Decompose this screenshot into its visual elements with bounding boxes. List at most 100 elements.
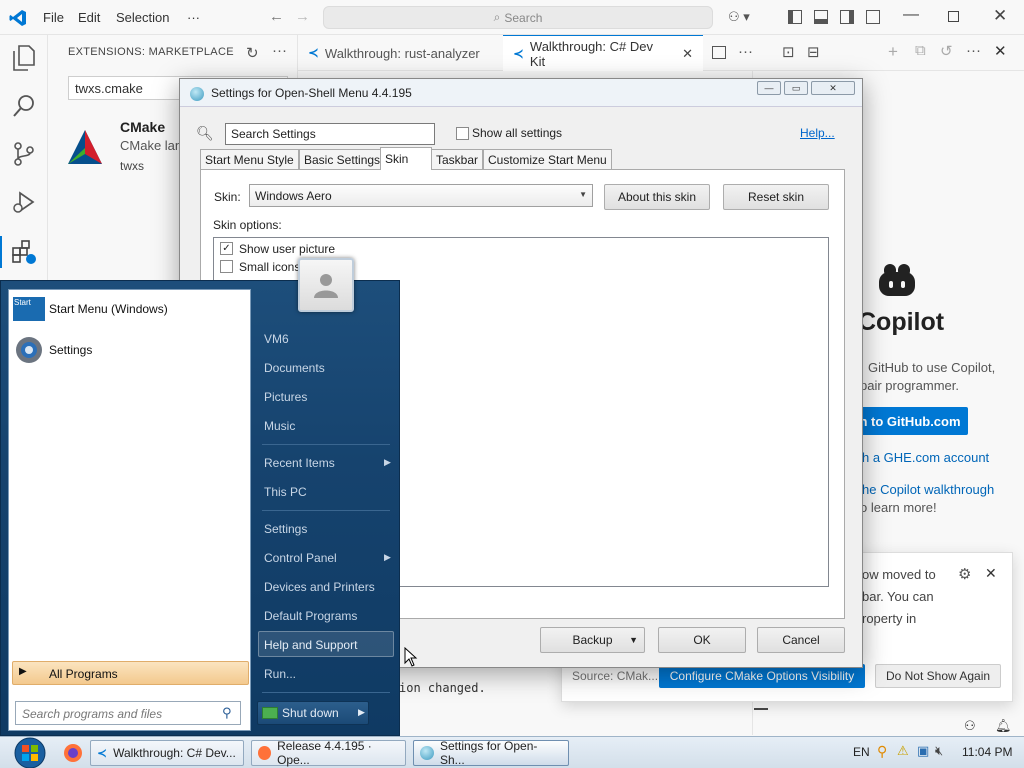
signin-github-button[interactable]: n to GitHub.com [852, 407, 968, 435]
start-right-settings[interactable]: Settings [264, 522, 307, 536]
notif-close-icon[interactable]: ✕ [985, 565, 997, 582]
run-debug-icon[interactable] [10, 188, 38, 216]
start-right-devices-printers[interactable]: Devices and Printers [264, 580, 375, 594]
start-right-documents[interactable]: Documents [264, 361, 325, 375]
panel-more-icon[interactable]: ··· [966, 42, 981, 59]
history-icon[interactable]: ↺ [940, 42, 953, 60]
minimize-icon[interactable]: — [903, 6, 919, 24]
toggle-sidebar-icon[interactable] [788, 10, 802, 24]
more-actions-icon[interactable]: ··· [272, 42, 287, 59]
all-programs-item[interactable] [12, 661, 249, 685]
search-settings-input[interactable]: Search Settings [225, 123, 435, 145]
close-icon[interactable]: ✕ [993, 6, 1007, 26]
show-user-picture-checkbox[interactable]: ✓ [220, 242, 233, 255]
backup-label: Backup [572, 633, 613, 647]
tab-start-menu-style[interactable]: Start Menu Style [200, 149, 299, 169]
dialog-title: Settings for Open-Shell Menu 4.4.195 [211, 86, 412, 100]
dropdown-arrow-icon: ▼ [629, 635, 638, 645]
tab-basic-settings[interactable]: Basic Settings [299, 149, 386, 169]
right-arrow-icon: ▶ [19, 666, 27, 677]
start-right-music[interactable]: Music [264, 419, 295, 433]
new-chat-icon[interactable]: ⊡ [782, 43, 795, 61]
menu-selection[interactable]: Selection [116, 10, 169, 25]
tab-skin[interactable]: Skin [380, 147, 432, 170]
notif-gear-icon[interactable]: ⚙ [958, 565, 971, 583]
ok-button[interactable]: OK [658, 627, 746, 653]
search-tray-icon[interactable]: ⚲ [877, 743, 887, 760]
notif-source: Source: CMak... [572, 669, 659, 683]
start-right-run[interactable]: Run... [264, 667, 296, 681]
refresh-icon[interactable]: ↻ [246, 44, 259, 62]
extension-name[interactable]: CMake [120, 119, 165, 135]
tab-customize-start-menu[interactable]: Customize Start Menu [483, 149, 612, 169]
maximize-icon[interactable] [948, 11, 959, 22]
start-right-default-programs[interactable]: Default Programs [264, 609, 357, 623]
warning-tray-icon[interactable]: ⚠ [897, 743, 909, 759]
tab-rust-analyzer[interactable]: ≺ Walkthrough: rust-analyzer [298, 35, 503, 71]
separator [262, 444, 390, 445]
backup-button[interactable]: Backup ▼ [540, 627, 645, 653]
language-indicator[interactable]: EN [853, 745, 870, 759]
network-tray-icon[interactable]: ▣ [917, 743, 929, 759]
explorer-icon[interactable] [10, 44, 38, 72]
notifications-bell-icon[interactable]: 🔔︎ [995, 718, 1012, 734]
start-right-help-support[interactable]: Help and Support [264, 638, 357, 652]
taskbar-settings[interactable]: Settings for Open-Sh... [413, 739, 569, 767]
start-search-input[interactable]: Search programs and files [15, 701, 241, 725]
new-file-icon[interactable]: ⧉ [915, 42, 926, 59]
user-picture-avatar[interactable] [298, 258, 354, 312]
pinned-start-menu[interactable]: Start Menu (Windows) [49, 302, 168, 316]
tab-label: Customize Start Menu [488, 152, 607, 167]
menu-file[interactable]: File [43, 10, 64, 25]
forward-arrow-icon[interactable]: → [295, 8, 310, 25]
copilot-walkthrough-link[interactable]: he Copilot walkthrough [862, 482, 994, 497]
start-right-this-pc[interactable]: This PC [264, 485, 307, 499]
panel-resize-handle[interactable] [754, 708, 768, 710]
dialog-minimize-button[interactable]: — [757, 81, 781, 95]
start-orb-icon[interactable] [8, 737, 52, 768]
toggle-panel-icon[interactable] [814, 10, 828, 24]
dialog-maximize-button[interactable]: ▭ [784, 81, 808, 95]
vscode-tab-icon: ≺ [513, 45, 524, 61]
split-editor-icon[interactable] [712, 46, 726, 59]
source-control-icon[interactable] [10, 140, 38, 168]
clock[interactable]: 11:04 PM [962, 745, 1012, 759]
customize-layout-icon[interactable] [866, 10, 880, 24]
do-not-show-again-button[interactable]: Do Not Show Again [875, 664, 1001, 688]
tab-taskbar[interactable]: Taskbar [431, 149, 484, 169]
chat-icon[interactable]: ⊟ [807, 43, 820, 61]
tab-close-icon[interactable]: ✕ [682, 46, 693, 62]
show-all-checkbox[interactable] [456, 127, 469, 140]
shutdown-arrow-icon[interactable]: ▶ [358, 707, 365, 718]
firefox-icon[interactable] [62, 742, 84, 764]
help-link[interactable]: Help... [800, 126, 835, 140]
menu-edit[interactable]: Edit [78, 10, 100, 25]
panel-close-icon[interactable]: ✕ [994, 42, 1007, 60]
start-right-recent-items[interactable]: Recent Items [264, 456, 335, 470]
back-arrow-icon[interactable]: ← [269, 8, 284, 25]
command-center-search[interactable]: ⌕ Search [323, 6, 713, 29]
menu-more[interactable]: ··· [187, 10, 200, 25]
editor-more-icon[interactable]: ··· [738, 43, 753, 60]
ghe-account-link[interactable]: h a GHE.com account [862, 450, 989, 465]
about-skin-button[interactable]: About this skin [604, 184, 710, 210]
volume-muted-icon[interactable]: 🔇︎ [935, 743, 943, 759]
toggle-secondary-sidebar-icon[interactable] [840, 10, 854, 24]
taskbar-vscode[interactable]: ≺ Walkthrough: C# Dev... [90, 740, 244, 766]
dialog-close-button[interactable]: ✕ [811, 81, 855, 95]
start-right-pictures[interactable]: Pictures [264, 390, 307, 404]
add-icon[interactable]: + [888, 42, 898, 62]
cancel-button[interactable]: Cancel [757, 627, 845, 653]
extensions-icon[interactable] [10, 238, 38, 266]
skin-select[interactable]: Windows Aero ▼ [249, 184, 593, 207]
start-right-vm6[interactable]: VM6 [264, 332, 289, 346]
search-view-icon[interactable] [10, 92, 38, 120]
tab-csharp-devkit[interactable]: ≺ Walkthrough: C# Dev Kit ✕ [503, 35, 703, 71]
taskbar-firefox[interactable]: Release 4.4.195 · Ope... [251, 739, 406, 767]
small-icons-checkbox[interactable] [220, 260, 233, 273]
copilot-status-icon[interactable]: ⚇ [964, 718, 976, 734]
pinned-settings[interactable]: Settings [49, 343, 92, 357]
copilot-icon[interactable]: ⚇ ▾ [728, 9, 750, 25]
reset-skin-button[interactable]: Reset skin [723, 184, 829, 210]
start-right-control-panel[interactable]: Control Panel [264, 551, 337, 565]
